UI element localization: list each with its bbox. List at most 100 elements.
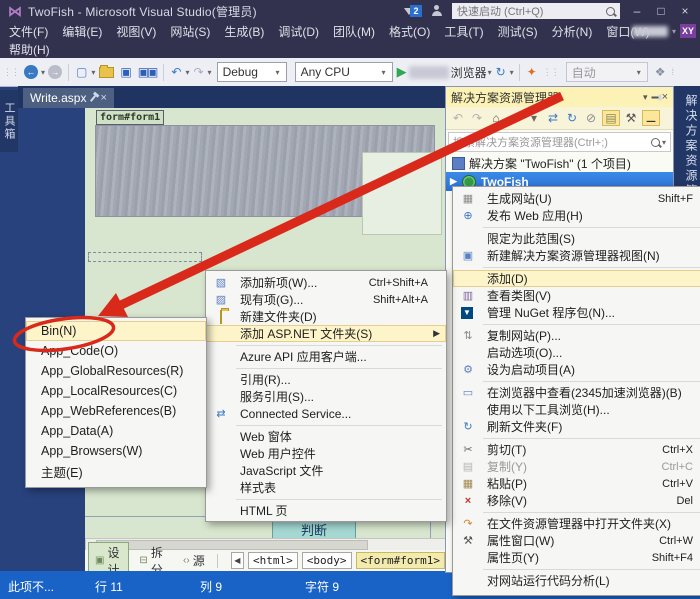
form-tag-chip[interactable]: form#form1 (96, 110, 165, 125)
menu-item-view-in-browser[interactable]: ▭ 在浏览器中查看(2345加速浏览器)(B) (453, 384, 700, 401)
menu-item-service-reference[interactable]: 服务引用(S)... (206, 388, 446, 405)
menu-item-new-folder[interactable]: 新建文件夹(D) (206, 308, 446, 325)
menu-item-remove[interactable]: × 移除(V) Del (453, 492, 700, 509)
forward-icon[interactable]: ↷ (469, 111, 485, 125)
menu-item-app-data[interactable]: App_Data(A) (26, 421, 206, 441)
solution-platforms-select[interactable]: Any CPU ▾ (294, 62, 393, 82)
maximize-button[interactable]: □ (654, 4, 668, 18)
menu-item-theme[interactable]: 主题(E) (26, 461, 206, 481)
menu-item-view-class-diagram[interactable]: ▥ 查看类图(V) (453, 287, 700, 304)
menu-item-add-new-item[interactable]: ▧ 添加新项(W)... Ctrl+Shift+A (206, 274, 446, 291)
menu-item-web-user-control[interactable]: Web 用户控件 (206, 445, 446, 462)
collapse-all-icon[interactable]: ⇄ (545, 111, 561, 125)
menu-item-7[interactable]: 格式(O) (382, 23, 437, 40)
breadcrumb-back-icon[interactable]: ◀ (230, 552, 244, 569)
window-layout-icon[interactable]: ❖ (655, 65, 666, 79)
auto-select[interactable]: 自动 ▾ (565, 62, 648, 82)
menu-item-app-webreferences[interactable]: App_WebReferences(B) (26, 401, 206, 421)
back-icon[interactable]: ↶ (450, 111, 466, 125)
menu-item-add[interactable]: 添加(D) (453, 270, 700, 287)
toolbar-overflow[interactable]: ⁞ (672, 67, 674, 77)
properties-icon[interactable]: ⚒ (623, 111, 639, 125)
solution-search-input[interactable]: 搜索解决方案资源管理器(Ctrl+;) ▾ (448, 132, 671, 152)
open-file-icon[interactable] (99, 64, 115, 78)
menu-item-scope-to-this[interactable]: 限定为此范围(S) (453, 230, 700, 247)
menu-item-app-code[interactable]: App_Code(O) (26, 341, 206, 361)
close-icon[interactable]: × (100, 92, 106, 104)
breadcrumb-html[interactable]: <html> (248, 552, 298, 569)
browser-target-label[interactable]: 浏览器 (451, 64, 487, 81)
menu-item-manage-nuget-packages[interactable]: ▼ 管理 NuGet 程序包(N)... (453, 304, 700, 321)
pending-changes-filter-icon[interactable]: ⊘ (583, 111, 599, 125)
chevron-down-icon[interactable]: ▾ (41, 68, 45, 77)
attach-debugger-icon[interactable]: ✦ (527, 65, 537, 79)
navigate-forward-icon[interactable]: → (48, 65, 63, 79)
refresh-icon[interactable]: ↻ (496, 65, 506, 79)
menu-item-html-page[interactable]: HTML 页 (206, 502, 446, 519)
chevron-down-icon[interactable]: ▾ (643, 92, 648, 103)
menu-item-connected-service[interactable]: ⇄ Connected Service... (206, 405, 446, 422)
preview-selected-items-icon[interactable]: ⚊ (642, 110, 660, 126)
redo-icon[interactable]: ↷ (193, 65, 203, 79)
menu-item-refresh-folder[interactable]: ↻ 刷新文件夹(F) (453, 418, 700, 435)
toolbar-grip[interactable]: ⋮⋮ (3, 67, 20, 78)
menu-item-app-localresources[interactable]: App_LocalResources(C) (26, 381, 206, 401)
chevron-down-icon[interactable]: ▾ (488, 68, 492, 77)
menu-item-0[interactable]: 文件(F) (2, 23, 55, 40)
sync-with-active-document-icon[interactable]: ⊙ (507, 111, 523, 125)
notifications-button[interactable]: 2 (404, 5, 422, 17)
menu-item-help[interactable]: 帮助(H) (2, 41, 57, 58)
start-debugging-icon[interactable]: ▶ (397, 64, 407, 80)
menu-item-web-form[interactable]: Web 窗体 (206, 428, 446, 445)
menu-item-10[interactable]: 分析(N) (545, 23, 600, 40)
menu-item-existing-item[interactable]: ▨ 现有项(G)... Shift+Alt+A (206, 291, 446, 308)
menu-item-1[interactable]: 编辑(E) (55, 23, 109, 40)
chevron-down-icon[interactable]: ▾ (672, 27, 676, 36)
close-icon[interactable]: × (662, 91, 668, 103)
menu-item-run-code-analysis-on-website[interactable]: 对网站运行代码分析(L) (453, 572, 700, 589)
menu-item-publish-web-app[interactable]: ⊕ 发布 Web 应用(H) (453, 207, 700, 224)
chevron-down-icon[interactable]: ▾ (185, 68, 189, 77)
menu-item-8[interactable]: 工具(T) (437, 23, 490, 40)
new-file-icon[interactable]: ▢ (76, 65, 87, 79)
menu-item-6[interactable]: 团队(M) (326, 23, 382, 40)
menu-item-property-pages[interactable]: 属性页(Y) Shift+F4 (453, 549, 700, 566)
chevron-down-icon[interactable]: ▾ (510, 68, 514, 77)
feedback-person-icon[interactable] (432, 5, 442, 16)
menu-item-cut[interactable]: ✂ 剪切(T) Ctrl+X (453, 441, 700, 458)
menu-item-app-globalresources[interactable]: App_GlobalResources(R) (26, 361, 206, 381)
menu-item-copy[interactable]: ▤ 复制(Y) Ctrl+C (453, 458, 700, 475)
caret-down-icon[interactable]: ▾ (526, 111, 542, 125)
menu-item-azure-api-app-client[interactable]: Azure API 应用客户端... (206, 348, 446, 365)
close-button[interactable]: × (678, 4, 692, 18)
solution-configurations-select[interactable]: Debug ▾ (216, 62, 287, 82)
solution-explorer-header[interactable]: 解决方案资源管理器 ▾ × (446, 87, 673, 107)
tree-node-solution[interactable]: 解决方案 "TwoFish" (1 个项目) (446, 154, 673, 172)
save-icon[interactable]: ▣ (120, 65, 131, 79)
minimize-button[interactable]: – (630, 4, 644, 18)
menu-item-reference[interactable]: 引用(R)... (206, 371, 446, 388)
menu-item-add-aspnet-folder[interactable]: 添加 ASP.NET 文件夹(S) ▶ (206, 325, 446, 342)
menu-item-3[interactable]: 网站(S) (163, 23, 217, 40)
menu-item-copy-website[interactable]: ⇅ 复制网站(P)... (453, 327, 700, 344)
menu-item-start-options[interactable]: 启动选项(O)... (453, 344, 700, 361)
menu-item-4[interactable]: 生成(B) (217, 23, 271, 40)
menu-item-javascript-file[interactable]: JavaScript 文件 (206, 462, 446, 479)
breadcrumb-body[interactable]: <body> (301, 552, 352, 569)
menu-item-app-browsers[interactable]: App_Browsers(W) (26, 441, 206, 461)
menu-item-set-as-startup-project[interactable]: ⚙ 设为启动项目(A) (453, 361, 700, 378)
pin-icon[interactable] (90, 94, 97, 102)
menu-item-bin[interactable]: Bin(N) (26, 321, 206, 341)
menu-item-2[interactable]: 视图(V) (109, 23, 163, 40)
avatar[interactable]: XY (680, 24, 696, 38)
refresh-icon[interactable]: ↻ (564, 111, 580, 125)
breadcrumb-form[interactable]: <form#form1> (355, 552, 445, 569)
menu-item-new-solution-explorer-view[interactable]: ▣ 新建解决方案资源管理器视图(N) (453, 247, 700, 264)
home-icon[interactable]: ⌂ (488, 111, 504, 125)
chevron-down-icon[interactable]: ▾ (208, 68, 212, 77)
sidebar-tab-toolbox[interactable]: 工具箱 (0, 90, 18, 152)
menu-item-5[interactable]: 调试(D) (271, 23, 326, 40)
tab-source[interactable]: ‹› 源 (176, 550, 212, 571)
menu-item-open-folder-in-file-explorer[interactable]: ↷ 在文件资源管理器中打开文件夹(X) (453, 515, 700, 532)
menu-item-paste[interactable]: ▦ 粘贴(P) Ctrl+V (453, 475, 700, 492)
